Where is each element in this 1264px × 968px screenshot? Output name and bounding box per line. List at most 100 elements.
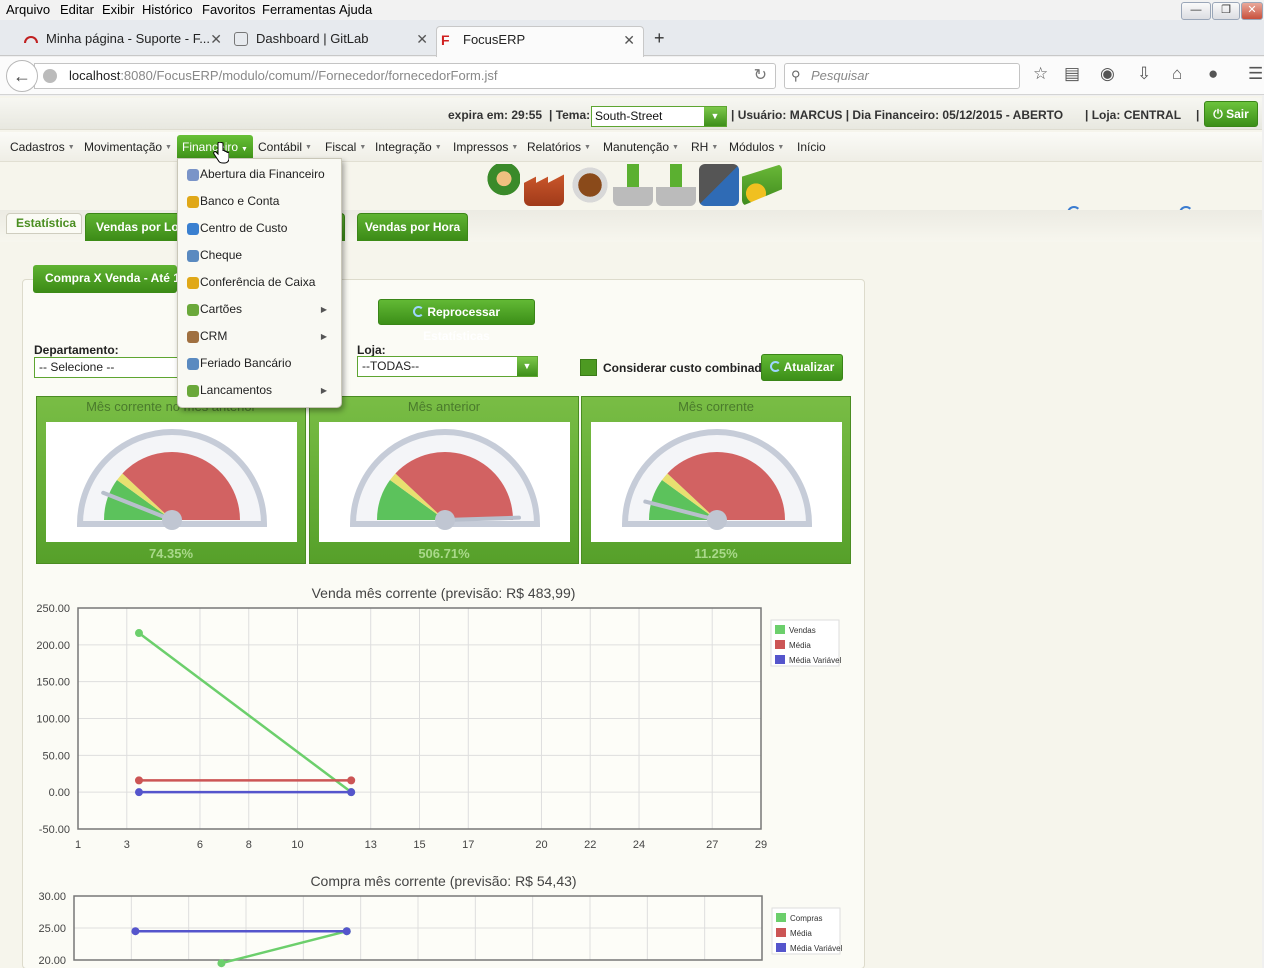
- tab-estatistica[interactable]: Estatística: [6, 213, 82, 234]
- gauge-svg: [76, 429, 268, 530]
- close-tab-icon[interactable]: ✕: [210, 26, 222, 52]
- y-tick-label: 25.00: [38, 923, 66, 935]
- power-icon: ⏻: [1213, 107, 1223, 121]
- products-icon[interactable]: [570, 164, 610, 206]
- url-bar[interactable]: localhost:8080/FocusERP/modulo/comum//Fo…: [34, 63, 776, 89]
- dropdown-item-centro-de-custo[interactable]: Centro de Custo: [178, 215, 341, 242]
- browser-tab-suporte[interactable]: Minha página - Suporte - F... ✕: [20, 26, 222, 56]
- user-info: | Usuário: MARCUS | Dia Financeiro: 05/1…: [731, 108, 1064, 122]
- hamburger-menu-icon[interactable]: ☰: [1248, 64, 1263, 84]
- download-entry-icon[interactable]: [613, 164, 653, 206]
- tab-vendas-por-hora[interactable]: Vendas por Hora: [357, 213, 468, 241]
- x-tick-label: 10: [291, 839, 303, 851]
- coin-icon: [187, 277, 199, 289]
- data-point: [131, 927, 140, 936]
- menu-contabil[interactable]: Contábil ▼: [258, 140, 312, 154]
- menu-movimentacao[interactable]: Movimentação ▼: [84, 140, 172, 154]
- x-tick-label: 20: [535, 839, 547, 851]
- factory-icon[interactable]: [524, 174, 564, 206]
- dropdown-item-crm[interactable]: CRM ▶: [178, 323, 341, 350]
- dropdown-item-label: Banco e Conta: [200, 194, 280, 208]
- combined-cost-label: Considerar custo combinado: [603, 361, 770, 375]
- menu-inicio[interactable]: Início: [797, 140, 826, 154]
- session-expiry: expira em: 29:55: [448, 108, 543, 122]
- dropdown-item-label: Cheque: [200, 248, 243, 262]
- update-button[interactable]: Atualizar: [761, 354, 843, 381]
- legend-label: Média Variável: [789, 656, 842, 665]
- menu-manutencao[interactable]: Manutenção ▼: [603, 140, 679, 154]
- menu-relatorios[interactable]: Relatórios ▼: [527, 140, 591, 154]
- search-input[interactable]: ⚲ Pesquisar: [784, 63, 1020, 89]
- x-tick-label: 8: [246, 839, 252, 851]
- x-tick-label: 29: [755, 839, 767, 851]
- dropdown-item-lancamentos[interactable]: Lancamentos ▶: [178, 377, 341, 404]
- gauge-value: 11.25%: [694, 546, 738, 561]
- y-tick-label: 0.00: [49, 787, 70, 799]
- restore-button[interactable]: ❐: [1212, 2, 1240, 20]
- gauge-value: 74.35%: [148, 546, 194, 561]
- gauge-card: Mês corrente 11.25%: [581, 396, 851, 564]
- x-tick-label: 13: [365, 839, 377, 851]
- menu-ajuda[interactable]: Ajuda: [339, 2, 372, 17]
- pos-device-icon[interactable]: [699, 164, 739, 206]
- back-button[interactable]: ←: [6, 60, 38, 92]
- upload-exit-icon[interactable]: [656, 164, 696, 206]
- theme-label: | Tema:: [549, 108, 591, 122]
- dropdown-item-conferencia-de-caixa[interactable]: Conferência de Caixa: [178, 269, 341, 296]
- reload-icon[interactable]: ↻: [754, 64, 767, 88]
- menu-ferramentas[interactable]: Ferramentas: [262, 2, 336, 17]
- browser-tab-focuserp[interactable]: F FocusERP ✕: [436, 26, 644, 57]
- menu-fiscal[interactable]: Fiscal ▼: [325, 140, 366, 154]
- search-icon: ⚲: [791, 68, 801, 83]
- new-tab-icon[interactable]: +: [654, 28, 665, 49]
- y-tick-label: 150.00: [36, 677, 70, 689]
- menu-cadastros[interactable]: Cadastros ▼: [10, 140, 75, 154]
- gauge-svg: [621, 429, 813, 530]
- menu-favoritos[interactable]: Favoritos: [202, 2, 255, 17]
- y-tick-label: 250.00: [36, 603, 70, 615]
- money-icon[interactable]: [742, 164, 782, 206]
- url-path: :8080/FocusERP/modulo/comum//Fornecedor/…: [120, 68, 498, 83]
- dropdown-item-abertura-dia-financeiro[interactable]: Abertura dia Financeiro: [178, 161, 341, 188]
- reading-list-icon[interactable]: ▤: [1064, 64, 1080, 84]
- coin-icon: [187, 196, 199, 208]
- reprocess-button[interactable]: Reprocessar Estatísticas: [378, 299, 535, 343]
- redhat-icon: [24, 36, 38, 43]
- y-tick-label: 30.00: [38, 891, 66, 903]
- data-point: [134, 788, 143, 797]
- theme-select[interactable]: South-Street ▼: [591, 106, 727, 127]
- department-select[interactable]: -- Selecione --: [34, 357, 184, 378]
- combined-cost-checkbox[interactable]: [580, 359, 597, 376]
- department-label: Departamento:: [34, 343, 119, 357]
- dropdown-item-cartoes[interactable]: Cartões ▶: [178, 296, 341, 323]
- pocket-icon[interactable]: ◉: [1100, 64, 1115, 84]
- browser-tab-gitlab[interactable]: Dashboard | GitLab ✕: [230, 26, 428, 56]
- panel-title-tab[interactable]: Compra X Venda - Até 13/: [33, 265, 177, 293]
- menu-historico[interactable]: Histórico: [142, 2, 193, 17]
- chat-icon[interactable]: ●: [1208, 64, 1218, 84]
- submenu-arrow-icon: ▶: [320, 305, 327, 314]
- clients-icon[interactable]: [480, 164, 520, 206]
- logout-button[interactable]: ⏻ Sair: [1204, 101, 1258, 127]
- store-label: Loja:: [357, 343, 386, 357]
- menu-exibir[interactable]: Exibir: [102, 2, 135, 17]
- legend-label: Média: [789, 641, 811, 650]
- dropdown-item-feriado-bancario[interactable]: Feriado Bancário: [178, 350, 341, 377]
- close-tab-icon[interactable]: ✕: [623, 27, 635, 53]
- home-icon[interactable]: ⌂: [1172, 64, 1182, 84]
- menu-modulos[interactable]: Módulos ▼: [729, 140, 784, 154]
- dropdown-item-banco-e-conta[interactable]: Banco e Conta: [178, 188, 341, 215]
- store-select[interactable]: --TODAS-- ▼: [357, 356, 538, 377]
- download-icon[interactable]: ⇩: [1137, 64, 1151, 84]
- bookmark-star-icon[interactable]: ☆: [1033, 64, 1048, 84]
- menu-editar[interactable]: Editar: [60, 2, 94, 17]
- menu-integracao[interactable]: Integração ▼: [375, 140, 442, 154]
- chevron-down-icon: ▼: [517, 357, 537, 376]
- close-window-button[interactable]: ✕: [1241, 2, 1263, 20]
- menu-impressos[interactable]: Impressos ▼: [453, 140, 518, 154]
- dropdown-item-cheque[interactable]: Cheque: [178, 242, 341, 269]
- menu-arquivo[interactable]: Arquivo: [6, 2, 50, 17]
- menu-rh[interactable]: RH ▼: [691, 140, 718, 154]
- close-tab-icon[interactable]: ✕: [416, 26, 428, 52]
- minimize-button[interactable]: —: [1181, 2, 1211, 20]
